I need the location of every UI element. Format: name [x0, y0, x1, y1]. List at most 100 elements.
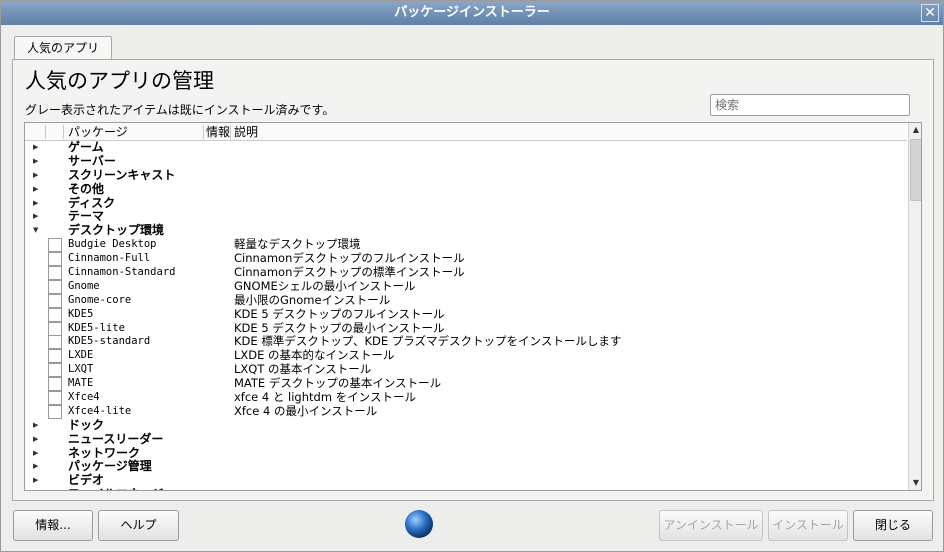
collapsed-arrow-icon[interactable]: ▶ — [33, 141, 38, 155]
package-description: LXDE の基本的なインストール — [234, 348, 395, 363]
package-description: KDE 5 デスクトップの最小インストール — [234, 320, 445, 335]
package-row[interactable]: KDE5 KDE 5 デスクトップのフルインストール — [25, 307, 907, 322]
search-input[interactable] — [710, 94, 910, 116]
package-description: 最小限のGnomeインストール — [234, 292, 391, 307]
category-row[interactable]: ▶ スクリーンキャスト — [25, 167, 907, 183]
scroll-down-icon[interactable]: ▼ — [909, 476, 921, 490]
category-row[interactable]: ▼ デスクトップ環境 — [25, 223, 907, 238]
collapsed-arrow-icon[interactable]: ▶ — [33, 155, 38, 169]
package-checkbox[interactable] — [48, 307, 62, 322]
expanded-arrow-icon[interactable]: ▼ — [33, 224, 38, 238]
category-row[interactable]: ▶ パッケージ管理 — [25, 460, 907, 474]
package-description: LXQT の基本インストール — [234, 362, 372, 377]
install-button[interactable]: インストール — [768, 510, 848, 541]
globe-logo-icon — [405, 510, 433, 538]
package-checkbox[interactable] — [48, 252, 62, 267]
package-row[interactable]: LXQT LXQT の基本インストール — [25, 362, 907, 378]
package-row[interactable]: Gnome-core 最小限のGnomeインストール — [25, 292, 907, 308]
package-checkbox[interactable] — [48, 266, 62, 281]
package-installer-window: パッケージインストーラー ✕ 人気のアプリ 人気のアプリの管理 グレー表示された… — [0, 0, 944, 552]
package-checkbox[interactable] — [48, 349, 62, 364]
package-checkbox[interactable] — [48, 377, 62, 392]
column-header-description[interactable]: 説明 — [234, 124, 258, 140]
package-name: Cinnamon-Full — [68, 252, 151, 265]
package-row[interactable]: Xfce4-lite Xfce 4 の最小インストール — [25, 403, 907, 419]
package-name: Gnome-core — [68, 293, 132, 306]
package-row[interactable]: Cinnamon-Full Cinnamonデスクトップのフルインストール — [25, 251, 907, 267]
category-row[interactable]: ▶ ファイルマネージャ — [25, 487, 907, 490]
column-header-info[interactable]: 情報 — [206, 124, 230, 140]
collapsed-arrow-icon[interactable]: ▶ — [33, 488, 38, 490]
package-name: LXDE — [68, 349, 94, 362]
tree-rows: ▶ ゲーム ▶ サーバー ▶ スクリーンキャスト ▶ その他 ▶ ディスク ▶ テーマ ▼ デスクトップ環… — [25, 140, 907, 490]
window-title: パッケージインストーラー — [394, 5, 550, 20]
category-row[interactable]: ▶ ディスク — [25, 195, 907, 211]
page-title: 人気のアプリの管理 — [25, 69, 214, 93]
collapsed-arrow-icon[interactable]: ▶ — [33, 419, 38, 433]
category-label: デスクトップ環境 — [68, 223, 165, 238]
package-description: xfce 4 と lightdm をインストール — [234, 390, 416, 405]
package-row[interactable]: Cinnamon-Standard Cinnamonデスクトップの標準インストール — [25, 265, 907, 281]
package-checkbox[interactable] — [48, 391, 62, 406]
package-description: 軽量なデスクトップ環境 — [234, 237, 361, 252]
package-row[interactable]: Xfce4 xfce 4 と lightdm をインストール — [25, 390, 907, 406]
info-button[interactable]: 情報... — [13, 510, 93, 541]
category-label: ゲーム — [68, 140, 104, 154]
collapsed-arrow-icon[interactable]: ▶ — [33, 197, 38, 211]
package-checkbox[interactable] — [48, 279, 62, 294]
collapsed-arrow-icon[interactable]: ▶ — [33, 460, 38, 474]
category-label: ファイルマネージャ — [68, 487, 175, 490]
uninstall-button[interactable]: アンインストール — [659, 510, 763, 541]
package-row[interactable]: LXDE LXDE の基本的なインストール — [25, 348, 907, 364]
scroll-up-icon[interactable]: ▲ — [909, 123, 921, 137]
vertical-scrollbar[interactable]: ▲ ▼ — [908, 123, 921, 490]
category-row[interactable]: ▶ サーバー — [25, 154, 907, 169]
package-row[interactable]: KDE5-lite KDE 5 デスクトップの最小インストール — [25, 320, 907, 336]
category-label: ドック — [68, 417, 105, 432]
collapsed-arrow-icon[interactable]: ▶ — [33, 474, 38, 488]
collapsed-arrow-icon[interactable]: ▶ — [33, 210, 38, 224]
tab-popular-apps[interactable]: 人気のアプリ — [14, 36, 113, 60]
package-checkbox[interactable] — [48, 404, 62, 419]
package-row[interactable]: MATE MATE デスクトップの基本インストール — [25, 376, 907, 392]
package-checkbox[interactable] — [48, 293, 62, 308]
package-row[interactable]: Budgie Desktop 軽量なデスクトップ環境 — [25, 237, 907, 253]
category-row[interactable]: ▶ ネットワーク — [25, 446, 907, 461]
package-name: Cinnamon-Standard — [68, 266, 176, 279]
package-checkbox[interactable] — [48, 335, 62, 350]
package-description: GNOMEシェルの最小インストール — [234, 278, 416, 293]
close-button[interactable]: 閉じる — [853, 510, 933, 541]
category-row[interactable]: ▶ ゲーム — [25, 140, 907, 155]
category-row[interactable]: ▶ その他 — [25, 181, 907, 197]
help-button[interactable]: ヘルプ — [98, 510, 179, 541]
package-description: Cinnamonデスクトップのフルインストール — [234, 251, 465, 266]
collapsed-arrow-icon[interactable]: ▶ — [33, 183, 38, 197]
package-name: Xfce4-lite — [68, 404, 132, 417]
package-description: MATE デスクトップの基本インストール — [234, 376, 442, 391]
package-name: Budgie Desktop — [68, 238, 157, 251]
category-label: その他 — [68, 181, 105, 196]
category-row[interactable]: ▶ ニュースリーダー — [25, 432, 907, 447]
package-name: KDE5-standard — [68, 335, 151, 348]
category-label: ディスク — [68, 195, 116, 210]
category-label: スクリーンキャスト — [68, 167, 176, 182]
close-window-icon[interactable]: ✕ — [921, 4, 939, 22]
title-bar: パッケージインストーラー ✕ — [1, 1, 943, 25]
package-row[interactable]: KDE5-standard KDE 標準デスクトップ、KDE プラズマデスクトップ… — [25, 335, 907, 350]
scroll-thumb[interactable] — [910, 139, 921, 201]
package-checkbox[interactable] — [48, 238, 62, 253]
installed-hint-text: グレー表示されたアイテムは既にインストール済みです。 — [25, 103, 335, 117]
column-header-package[interactable]: パッケージ — [68, 124, 128, 140]
package-description: Xfce 4 の最小インストール — [234, 403, 378, 418]
category-row[interactable]: ▶ ビデオ — [25, 473, 907, 488]
package-checkbox[interactable] — [48, 321, 62, 336]
collapsed-arrow-icon[interactable]: ▶ — [33, 433, 38, 447]
collapsed-arrow-icon[interactable]: ▶ — [33, 169, 38, 183]
package-name: Xfce4 — [68, 391, 100, 404]
package-name: MATE — [68, 377, 94, 390]
collapsed-arrow-icon[interactable]: ▶ — [33, 447, 38, 461]
category-row[interactable]: ▶ ドック — [25, 417, 907, 433]
package-checkbox[interactable] — [48, 363, 62, 378]
package-row[interactable]: Gnome GNOMEシェルの最小インストール — [25, 278, 907, 294]
category-label: ビデオ — [68, 473, 105, 488]
